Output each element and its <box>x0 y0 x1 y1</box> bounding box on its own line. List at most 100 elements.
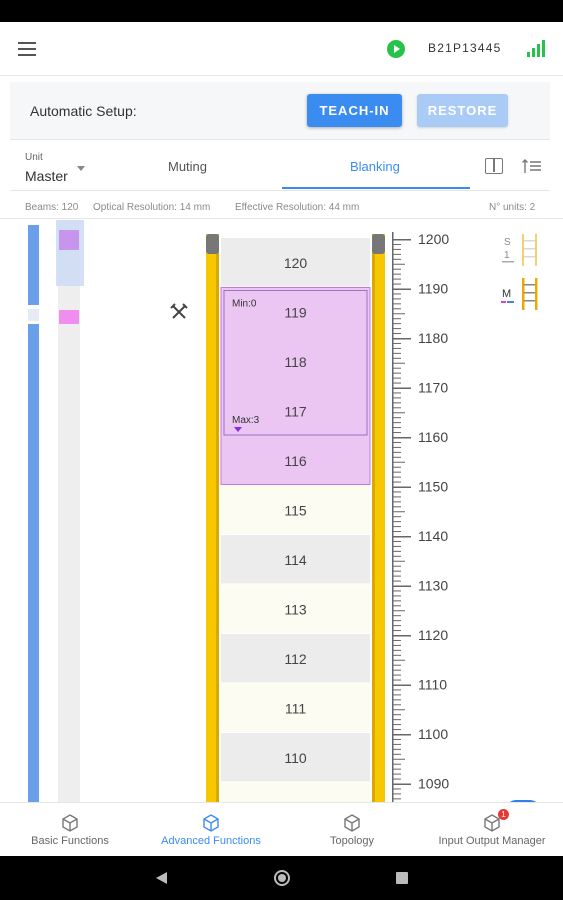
master-ladder-icon[interactable] <box>522 278 538 310</box>
ruler-major-tick <box>392 486 411 488</box>
ruler-label: 1140 <box>418 528 448 544</box>
ruler-minor-tick <box>392 669 401 671</box>
teach-in-button[interactable]: TEACH-IN <box>307 94 402 127</box>
ruler-label: 1120 <box>418 627 448 643</box>
ruler-major-tick <box>392 536 411 538</box>
notification-badge: 1 <box>498 809 509 820</box>
ruler-minor-tick <box>392 531 401 533</box>
ruler-minor-tick <box>392 545 401 547</box>
ruler-minor-tick <box>392 620 401 622</box>
ruler-minor-tick <box>392 540 401 542</box>
ruler-minor-tick <box>392 511 405 513</box>
ruler-minor-tick <box>392 694 401 696</box>
unit-label: Unit <box>25 152 43 163</box>
ruler-label: 1160 <box>418 429 448 445</box>
nav-input-output-manager[interactable]: 1 Input Output Manager <box>430 803 554 857</box>
ruler-label: 1150 <box>418 479 448 495</box>
effective-resolution: Effective Resolution: 44 mm <box>235 202 360 213</box>
function-tabs: Unit Master Muting Blanking <box>10 141 550 191</box>
back-icon[interactable] <box>156 872 167 884</box>
menu-icon[interactable] <box>18 42 36 56</box>
ruler-minor-tick <box>392 526 401 528</box>
ruler-minor-tick <box>392 446 401 448</box>
ruler-minor-tick <box>392 560 405 562</box>
unit-select[interactable]: Master <box>25 168 68 184</box>
ruler-minor-tick <box>392 313 405 315</box>
ruler-minor-tick <box>392 674 401 676</box>
overview-track[interactable] <box>58 220 80 802</box>
ruler-minor-tick <box>392 659 405 661</box>
ruler-minor-tick <box>392 644 401 646</box>
ruler-minor-tick <box>392 595 401 597</box>
ruler-minor-tick <box>392 758 405 760</box>
ruler-minor-tick <box>392 709 405 711</box>
ruler-minor-tick <box>392 362 405 364</box>
ruler-minor-tick <box>392 253 401 255</box>
cube-icon <box>203 814 219 832</box>
blanking-max-label: Max:3 <box>232 415 260 426</box>
ruler-major-tick <box>392 635 411 637</box>
ruler-minor-tick <box>392 580 401 582</box>
blanking-editor: 120119118117116115114113112111110109 Min… <box>0 220 563 802</box>
split-view-icon[interactable] <box>485 158 503 174</box>
chevron-down-icon[interactable] <box>77 166 85 171</box>
beam-number: 116 <box>284 453 307 469</box>
ruler-label: 1180 <box>418 330 448 346</box>
tools-icon[interactable] <box>170 303 188 319</box>
ruler-minor-tick <box>392 407 401 409</box>
ruler-major-tick <box>392 684 411 686</box>
units-legend: S 1 M <box>501 234 538 310</box>
play-icon[interactable] <box>387 40 405 58</box>
ruler-label: 1170 <box>418 380 448 396</box>
ruler-major-tick <box>392 338 411 340</box>
app-bar: B21P13445 <box>0 22 563 76</box>
recent-apps-icon[interactable] <box>396 872 408 884</box>
info-bar: Beams: 120 Optical Resolution: 14 mm Eff… <box>0 197 563 219</box>
home-icon[interactable] <box>274 870 290 886</box>
ruler-minor-tick <box>392 743 401 745</box>
ruler-minor-tick <box>392 461 405 463</box>
ruler-minor-tick <box>392 352 401 354</box>
ruler-minor-tick <box>392 719 401 721</box>
left-rail-cap <box>206 234 219 254</box>
ruler-minor-tick <box>392 550 401 552</box>
ruler-minor-tick <box>392 347 401 349</box>
ruler-minor-tick <box>392 367 401 369</box>
ruler-minor-tick <box>392 471 401 473</box>
ruler-minor-tick <box>392 729 401 731</box>
nav-label: Topology <box>329 835 375 847</box>
ruler-minor-tick <box>392 382 401 384</box>
ruler-minor-tick <box>392 427 401 429</box>
ruler-minor-tick <box>392 268 401 270</box>
ruler-major-tick <box>392 585 411 587</box>
ruler-minor-tick <box>392 768 401 770</box>
overview-viewport[interactable] <box>56 220 84 286</box>
nav-basic-functions[interactable]: Basic Functions <box>20 803 120 857</box>
nav-topology[interactable]: Topology <box>312 803 392 857</box>
ruler-minor-tick <box>392 724 401 726</box>
beam-number: 117 <box>284 403 307 419</box>
ruler-minor-tick <box>392 704 401 706</box>
ruler-minor-tick <box>392 600 401 602</box>
ruler-minor-tick <box>392 738 401 740</box>
nav-advanced-functions[interactable]: Advanced Functions <box>150 803 272 857</box>
ruler-minor-tick <box>392 263 405 265</box>
ruler-minor-tick <box>392 753 401 755</box>
ruler-minor-tick <box>392 516 401 518</box>
beam-number: 118 <box>284 354 307 370</box>
bottom-navigation: Basic Functions Advanced Functions Topol… <box>0 802 563 856</box>
sort-icon[interactable] <box>522 158 542 174</box>
ruler-minor-tick <box>392 630 401 632</box>
ruler-minor-tick <box>392 793 401 795</box>
ruler-minor-tick <box>392 798 401 800</box>
ruler-minor-tick <box>392 763 401 765</box>
tab-muting[interactable]: Muting <box>168 159 207 174</box>
ruler-label: 1190 <box>418 281 448 297</box>
restore-button[interactable]: RESTORE <box>417 94 508 127</box>
slave-ladder-icon[interactable] <box>522 234 537 266</box>
ruler-major-tick <box>392 239 411 241</box>
ruler-label: 1130 <box>418 578 448 594</box>
tab-blanking[interactable]: Blanking <box>350 159 400 174</box>
optical-resolution: Optical Resolution: 14 mm <box>93 202 211 213</box>
overview-bar-bottom <box>28 324 39 802</box>
